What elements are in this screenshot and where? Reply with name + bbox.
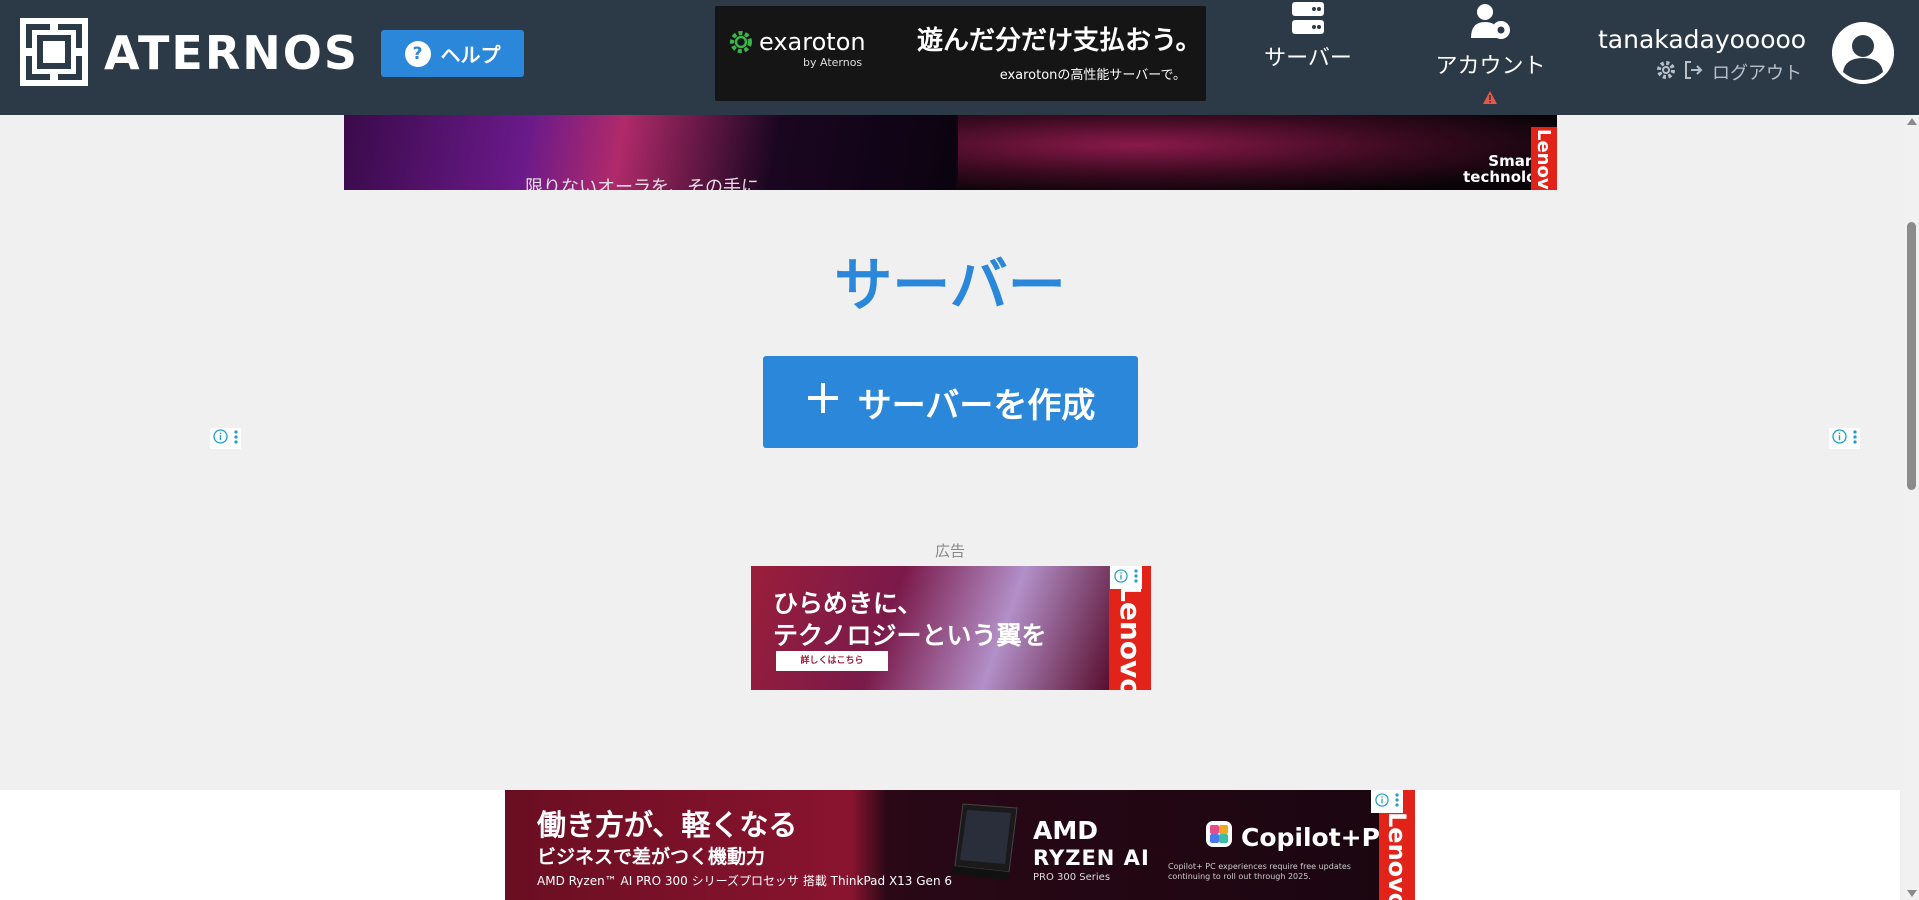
logo-text[interactable]: ATERNOS [104, 26, 359, 80]
ryzen-sub-text: PRO 300 Series [1033, 872, 1111, 883]
exaroton-by: by Aternos [803, 56, 863, 69]
nav-account[interactable]: アカウント [1428, 0, 1553, 115]
laptop-image [945, 800, 1025, 890]
exaroton-logo: exaroton [729, 28, 866, 56]
scroll-thumb[interactable] [1907, 222, 1916, 490]
lenovo-logo: Lenovo [1531, 127, 1557, 190]
mid-ad-choices[interactable] [1110, 566, 1142, 589]
mid-ad-line1: ひらめきに、 [773, 589, 923, 618]
username[interactable]: tanakadayooooo [1598, 25, 1806, 54]
gear-icon[interactable] [1656, 60, 1676, 85]
bottom-ad-banner[interactable]: 働き方が、軽くなる ビジネスで差がつく機動力 AMD Ryzen™ AI PRO… [505, 790, 1415, 900]
bottom-ad-headline: 働き方が、軽くなる [537, 808, 798, 842]
aternos-logo-icon[interactable] [20, 18, 88, 86]
scroll-down-arrow-icon[interactable] [1907, 890, 1917, 897]
info-icon[interactable] [1832, 429, 1847, 448]
nav-servers-label: サーバー [1264, 46, 1352, 71]
help-icon: ? [404, 40, 431, 67]
lenovo-logo-text: Lenovo [1533, 129, 1554, 190]
logout-row: ログアウト [1656, 59, 1802, 85]
mid-ad-line2: テクノロジーという翼を [773, 621, 1047, 650]
exaroton-ad-banner[interactable]: exaroton by Aternos 遊んだ分だけ支払おう。 exaroton… [715, 6, 1206, 101]
top-header: ATERNOS ? ヘルプ exaroton by Aternos 遊んだ分だけ… [0, 0, 1919, 115]
copilot-icon [1205, 820, 1233, 854]
create-server-label: サーバーを作成 [857, 385, 1096, 426]
info-icon[interactable] [1114, 568, 1128, 587]
page-scrollbar[interactable] [1904, 115, 1919, 900]
top-ad-banner[interactable]: 限りないオーラを、その手に Smarter technology Lenovo [344, 115, 1557, 190]
info-icon[interactable] [213, 429, 228, 448]
help-button[interactable]: ? ヘルプ [381, 30, 524, 77]
bottom-ad-subline: ビジネスで差がつく機動力 [537, 846, 766, 868]
nav-servers[interactable]: サーバー [1263, 0, 1353, 115]
exaroton-subline: exarotonの高性能サーバーで。 [999, 68, 1186, 83]
page-title: サーバー [834, 251, 1066, 319]
top-ad-tagline: 限りないオーラを、その手に [525, 177, 759, 190]
copilot-text: Copilot+PC [1241, 822, 1399, 852]
create-server-button[interactable]: サーバーを作成 [763, 356, 1138, 448]
ryzen-text: RYZEN AI [1033, 846, 1150, 870]
ad-label: 広告 [934, 542, 965, 560]
nav-account-label: アカウント [1435, 54, 1546, 79]
bottom-ad-fine-print: Copilot+ PC experiences require free upd… [1168, 862, 1351, 881]
lenovo-logo-text: Lenovo [1383, 812, 1411, 900]
warning-icon [1483, 85, 1497, 110]
mid-ad-cta[interactable]: 詳しくはこちら [776, 651, 888, 671]
plus-icon [806, 381, 840, 424]
ad-choices-left[interactable] [210, 428, 241, 449]
exaroton-brand: exaroton [759, 28, 866, 56]
ad-choices-right[interactable] [1829, 428, 1860, 449]
info-icon[interactable] [1375, 792, 1389, 811]
bottom-ad-detail: AMD Ryzen™ AI PRO 300 シリーズプロセッサ 搭載 Think… [537, 874, 952, 888]
user-gear-icon [1470, 2, 1512, 48]
avatar[interactable] [1832, 22, 1894, 84]
exaroton-headline: 遊んだ分だけ支払おう。 [917, 26, 1202, 56]
server-icon [1292, 2, 1324, 42]
amd-logo-text: AMD [1033, 816, 1098, 845]
logout-link[interactable]: ログアウト [1712, 59, 1802, 85]
logout-icon[interactable] [1684, 60, 1704, 84]
middle-ad-banner[interactable]: ひらめきに、 テクノロジーという翼を 詳しくはこちら Lenovo [751, 566, 1151, 690]
lenovo-logo-text: Lenovo [1114, 584, 1147, 690]
more-icon[interactable] [1853, 429, 1857, 448]
bottom-ad-choices[interactable] [1371, 790, 1403, 813]
help-label: ヘルプ [440, 43, 501, 67]
copilot-badge: Copilot+PC [1205, 820, 1398, 854]
more-icon[interactable] [1395, 792, 1399, 811]
exaroton-gear-icon [730, 31, 752, 53]
scroll-up-arrow-icon[interactable] [1907, 118, 1917, 125]
more-icon[interactable] [234, 429, 238, 448]
more-icon[interactable] [1134, 568, 1138, 587]
